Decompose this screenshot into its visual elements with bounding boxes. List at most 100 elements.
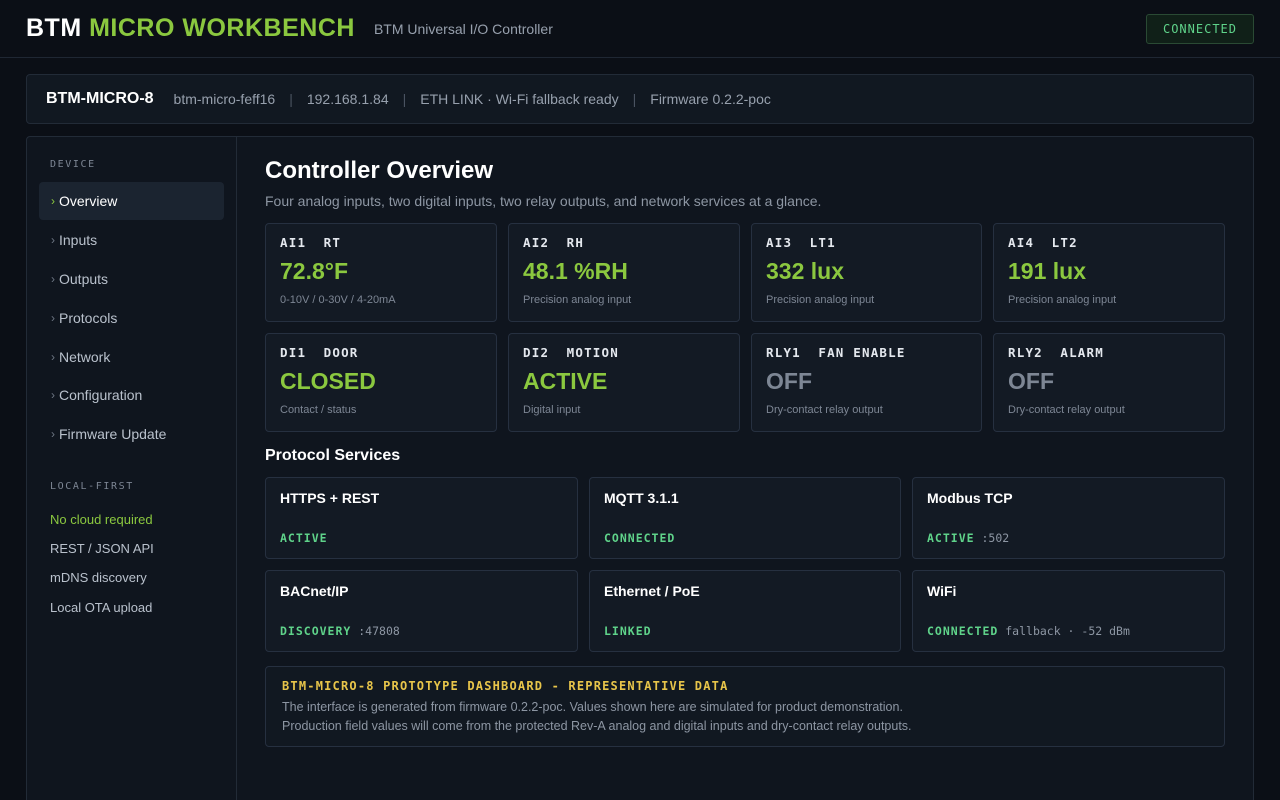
service-status: CONNECTED <box>927 624 999 638</box>
io-card-label: RLY2 ALARM <box>1008 345 1104 360</box>
prototype-notice: BTM-MICRO-8 PROTOTYPE DASHBOARD - REPRES… <box>265 666 1225 747</box>
io-card-value: 332 lux <box>766 258 844 284</box>
sidebar-item-protocols[interactable]: › Protocols <box>39 299 224 337</box>
service-name: WiFi <box>927 583 957 599</box>
service-card-ethernet[interactable]: Ethernet / PoE LINKED <box>589 570 901 652</box>
io-card-rly1[interactable]: RLY1 FAN ENABLE OFF Dry-contact relay ou… <box>751 333 982 432</box>
io-card-value: CLOSED <box>280 368 376 394</box>
sidebar-item-label: Configuration <box>59 387 143 403</box>
io-card-di1[interactable]: DI1 DOOR CLOSED Contact / status <box>265 333 497 432</box>
service-name: Ethernet / PoE <box>604 583 700 599</box>
feature-mdns: mDNS discovery <box>50 570 147 585</box>
brand-accent: MICRO WORKBENCH <box>89 14 355 42</box>
io-card-subtext: Dry-contact relay output <box>1008 404 1125 416</box>
sidebar-item-inputs[interactable]: › Inputs <box>39 221 224 259</box>
io-card-label: DI1 DOOR <box>280 345 359 360</box>
feature-rest-api: REST / JSON API <box>50 541 154 556</box>
connection-status-badge: CONNECTED <box>1146 14 1254 44</box>
io-card-ai4[interactable]: AI4 LT2 191 lux Precision analog input <box>993 223 1225 322</box>
io-card-label: AI1 RT <box>280 235 342 250</box>
chevron-right-icon: › <box>51 272 55 286</box>
service-card-wifi[interactable]: WiFi CONNECTED fallback · -52 dBm <box>912 570 1225 652</box>
separator: | <box>402 91 407 107</box>
device-ip: 192.168.1.84 <box>306 91 389 107</box>
main-panel: DEVICE › Overview › Inputs › Outputs › P… <box>26 136 1254 800</box>
sidebar-item-label: Inputs <box>59 232 98 248</box>
service-status: DISCOVERY <box>280 624 352 638</box>
io-card-value: OFF <box>1008 368 1054 394</box>
sidebar-heading-device: DEVICE <box>50 159 96 170</box>
io-card-label: AI2 RH <box>523 235 585 250</box>
io-card-label: RLY1 FAN ENABLE <box>766 345 906 360</box>
chevron-right-icon: › <box>51 311 55 325</box>
device-hostname: btm-micro-feff16 <box>173 91 276 107</box>
notice-title: BTM-MICRO-8 PROTOTYPE DASHBOARD - REPRES… <box>282 679 729 693</box>
service-status: CONNECTED <box>604 531 676 545</box>
sidebar-item-label: Network <box>59 349 111 365</box>
io-card-ai2[interactable]: AI2 RH 48.1 %RH Precision analog input <box>508 223 740 322</box>
sidebar-item-outputs[interactable]: › Outputs <box>39 260 224 298</box>
sidebar-item-firmware-update[interactable]: › Firmware Update <box>39 415 224 453</box>
service-detail: fallback · -52 dBm <box>1005 624 1130 638</box>
io-card-label: DI2 MOTION <box>523 345 619 360</box>
service-status: ACTIVE <box>927 531 975 545</box>
chevron-right-icon: › <box>51 350 55 364</box>
service-detail: :47808 <box>358 624 400 638</box>
io-card-subtext: Digital input <box>523 404 581 416</box>
service-card-modbus[interactable]: Modbus TCP ACTIVE :502 <box>912 477 1225 559</box>
sidebar-item-network[interactable]: › Network <box>39 338 224 376</box>
notice-line-2: Production field values will come from t… <box>282 719 912 733</box>
io-card-value: 72.8°F <box>280 258 349 284</box>
sidebar: DEVICE › Overview › Inputs › Outputs › P… <box>27 137 237 800</box>
service-name: BACnet/IP <box>280 583 349 599</box>
io-card-value: OFF <box>766 368 812 394</box>
separator: | <box>289 91 293 107</box>
io-card-di2[interactable]: DI2 MOTION ACTIVE Digital input <box>508 333 740 432</box>
service-card-https[interactable]: HTTPS + REST ACTIVE <box>265 477 578 559</box>
io-card-subtext: Precision analog input <box>523 294 632 306</box>
io-card-value: 191 lux <box>1008 258 1086 284</box>
io-card-label: AI4 LT2 <box>1008 235 1078 250</box>
io-card-value: ACTIVE <box>523 368 608 394</box>
sidebar-item-label: Overview <box>59 193 118 209</box>
sidebar-item-label: Outputs <box>59 271 109 287</box>
page-description: Four analog inputs, two digital inputs, … <box>265 193 822 209</box>
service-card-mqtt[interactable]: MQTT 3.1.1 CONNECTED <box>589 477 901 559</box>
chevron-right-icon: › <box>51 427 55 441</box>
app-subtitle: BTM Universal I/O Controller <box>373 20 553 37</box>
page-title: Controller Overview <box>265 157 494 184</box>
device-link-status: ETH LINK · Wi-Fi fallback ready <box>420 91 619 107</box>
brand-logo: BTM MICRO WORKBENCH <box>26 14 355 43</box>
io-card-label: AI3 LT1 <box>766 235 836 250</box>
io-card-subtext: Dry-contact relay output <box>766 404 883 416</box>
top-bar: BTM MICRO WORKBENCH BTM Universal I/O Co… <box>0 0 1280 58</box>
io-card-subtext: Precision analog input <box>1008 294 1117 306</box>
notice-line-1: The interface is generated from firmware… <box>282 700 903 714</box>
device-info-bar: BTM-MICRO-8 btm-micro-feff16 | 192.168.1… <box>26 74 1254 124</box>
io-card-subtext: 0-10V / 0-30V / 4-20mA <box>280 294 396 306</box>
io-card-subtext: Precision analog input <box>766 294 875 306</box>
sidebar-item-configuration[interactable]: › Configuration <box>39 376 224 414</box>
sidebar-heading-local-first: LOCAL-FIRST <box>50 481 134 492</box>
io-card-rly2[interactable]: RLY2 ALARM OFF Dry-contact relay output <box>993 333 1225 432</box>
service-name: MQTT 3.1.1 <box>604 490 679 506</box>
device-firmware: Firmware 0.2.2-poc <box>650 91 771 107</box>
service-name: HTTPS + REST <box>280 490 380 506</box>
service-status: LINKED <box>604 624 652 638</box>
service-detail: :502 <box>981 531 1010 545</box>
section-title-protocols: Protocol Services <box>265 447 401 464</box>
service-status: ACTIVE <box>280 531 328 545</box>
sidebar-item-label: Protocols <box>59 310 118 326</box>
sidebar-item-label: Firmware Update <box>59 426 167 442</box>
service-card-bacnet[interactable]: BACnet/IP DISCOVERY :47808 <box>265 570 578 652</box>
feature-no-cloud: No cloud required <box>50 512 153 527</box>
io-card-subtext: Contact / status <box>280 404 357 416</box>
io-card-ai1[interactable]: AI1 RT 72.8°F 0-10V / 0-30V / 4-20mA <box>265 223 497 322</box>
chevron-right-icon: › <box>51 233 55 247</box>
service-name: Modbus TCP <box>927 490 1013 506</box>
io-card-ai3[interactable]: AI3 LT1 332 lux Precision analog input <box>751 223 982 322</box>
sidebar-item-overview[interactable]: › Overview <box>39 182 224 220</box>
device-name: BTM-MICRO-8 <box>46 90 154 107</box>
chevron-right-icon: › <box>51 194 55 208</box>
chevron-right-icon: › <box>51 388 55 402</box>
